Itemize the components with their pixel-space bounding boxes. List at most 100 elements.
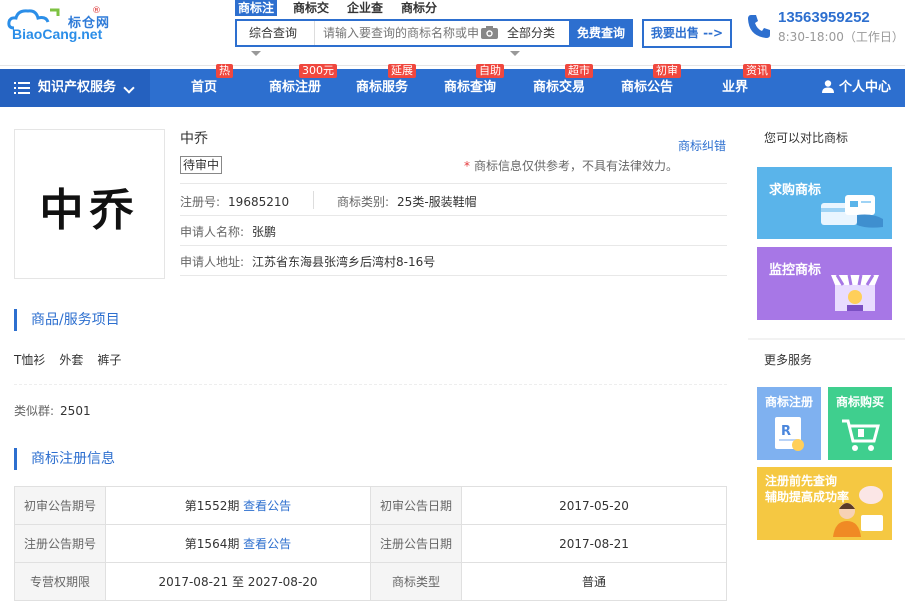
search-input[interactable] — [323, 21, 479, 45]
camera-icon[interactable] — [481, 26, 498, 39]
trademark-mark-text: 中乔 — [39, 185, 140, 236]
shopping-cart-icon — [842, 419, 880, 451]
nav-badge: 热 — [216, 64, 233, 78]
nav-item-services[interactable]: 商标服务 延展 — [356, 64, 416, 107]
goods-section-title: 商品/服务项目 — [14, 309, 120, 331]
search-box: 综合查询 全部分类 免费查询 — [235, 19, 633, 47]
more-services-panel: 更多服务 商标注册 R 商标购买 注册前先查询 辅助提高成功率 — [748, 340, 905, 604]
nav-badge: 资讯 — [743, 64, 771, 78]
purchase-label: 商标购买 — [835, 395, 884, 409]
nav-item-label: 商标查询 — [444, 80, 497, 95]
compare-title: 您可以对比商标 — [764, 131, 849, 145]
address-label: 申请人地址: — [180, 255, 245, 269]
user-icon — [822, 79, 834, 93]
user-center-link[interactable]: 个人中心 — [822, 69, 891, 107]
svg-text:R: R — [781, 424, 791, 439]
nav-item-label: 商标公告 — [621, 80, 674, 95]
phone-number: 13563959252 — [778, 9, 870, 26]
view-announcement-link[interactable]: 查看公告 — [243, 537, 291, 551]
class-label: 商标类别: — [337, 195, 390, 209]
working-hours: 8:30-18:00（工作日） — [778, 30, 904, 44]
table-header-cell: 商标类型 — [370, 562, 462, 601]
main-nav: 知识产权服务 首页 热 商标注册 300元 商标服务 延展 商标查询 自助 商标… — [0, 64, 905, 107]
goods-item: 裤子 — [97, 353, 122, 367]
buy-trademark-label: 求购商标 — [769, 183, 822, 198]
search-tab-register[interactable]: 商标注 — [235, 0, 278, 16]
table-row: 注册公告期号 第1564期 查看公告 注册公告日期 2017-08-21 — [14, 524, 727, 563]
table-header-cell: 初审公告期号 — [14, 486, 106, 525]
search-tab-company[interactable]: 企业查 — [344, 0, 386, 16]
nav-badge: 延展 — [388, 64, 416, 78]
nav-item-industry[interactable]: 业界 资讯 — [721, 64, 771, 107]
search-category-chevron-down-icon[interactable] — [510, 51, 520, 56]
address-row: 申请人地址: 江苏省东海县张湾乡后湾村8-16号 — [180, 253, 435, 270]
table-cell: 2017-08-21 至 2027-08-20 — [105, 562, 371, 601]
nav-badge: 超市 — [565, 64, 593, 78]
applicant-row: 申请人名称: 张鹏 — [180, 223, 276, 240]
search-type-select[interactable]: 综合查询 — [237, 21, 315, 45]
monitor-trademark-card[interactable]: 监控商标 — [757, 247, 892, 320]
sell-trademark-button[interactable]: 我要出售 --> — [642, 19, 732, 48]
divider — [180, 275, 727, 276]
nav-item-trade[interactable]: 商标交易 超市 — [533, 64, 593, 107]
view-announcement-link[interactable]: 查看公告 — [243, 499, 291, 513]
table-cell: 2017-05-20 — [461, 486, 727, 525]
nav-item-label: 首页 — [190, 80, 217, 95]
reg-number-row: 注册号: 19685210 — [180, 193, 289, 210]
trademark-register-card[interactable]: 商标注册 R — [757, 387, 821, 460]
nav-item-label: 商标注册 — [268, 80, 321, 95]
divider — [180, 183, 727, 184]
table-row: 专营权期限 2017-08-21 至 2027-08-20 商标类型 普通 — [14, 562, 727, 601]
site-logo[interactable]: 标仓网 ® BiaoCang.net — [6, 6, 116, 46]
more-services-title: 更多服务 — [764, 353, 813, 367]
monitor-trademark-label: 监控商标 — [769, 263, 822, 278]
search-tab-classify[interactable]: 商标分 — [398, 0, 440, 16]
logo-registered-mark: ® — [92, 6, 101, 16]
user-center-label: 个人中心 — [839, 80, 892, 95]
divider — [313, 191, 314, 209]
search-tab-trade[interactable]: 商标交易 — [290, 0, 334, 16]
right-sidebar: 您可以对比商标 求购商标 监控商标 更多服务 商标注册 R 商标购买 注册前先查… — [748, 112, 905, 604]
divider — [180, 245, 727, 246]
buy-trademark-card[interactable]: 求购商标 — [757, 167, 892, 239]
nav-item-home[interactable]: 首页 热 — [190, 64, 233, 107]
similar-group-label: 类似群: — [14, 404, 55, 418]
table-cell: 普通 — [461, 562, 727, 601]
trademark-correction-link[interactable]: 商标纠错 — [678, 137, 726, 154]
reg-number-label: 注册号: — [180, 195, 221, 209]
nav-item-label: 商标服务 — [356, 80, 409, 95]
pre-registration-search-card[interactable]: 注册前先查询 辅助提高成功率 — [757, 467, 892, 540]
table-cell: 2017-08-21 — [461, 524, 727, 563]
menu-icon — [14, 81, 30, 94]
nav-item-register[interactable]: 商标注册 300元 — [267, 64, 337, 107]
table-header-cell: 初审公告日期 — [370, 486, 462, 525]
search-category-select[interactable]: 全部分类 — [499, 21, 569, 45]
site-header: 标仓网 ® BiaoCang.net 商标注 商标交易 企业查 商标分 易 综合… — [0, 0, 905, 66]
table-row: 初审公告期号 第1552期 查看公告 初审公告日期 2017-05-20 — [14, 486, 727, 525]
status-badge: 待审中 — [180, 156, 223, 174]
nav-item-announcement[interactable]: 商标公告 初审 — [621, 64, 681, 107]
search-button[interactable]: 免费查询 — [569, 21, 633, 45]
goods-list: T恤衫 外套 裤子 — [14, 351, 135, 368]
asterisk-icon: * — [464, 159, 470, 173]
disclaimer: * 商标信息仅供参考，不具有法律效力。 — [464, 159, 679, 173]
table-cell: 第1552期 查看公告 — [105, 486, 371, 525]
credit-card-icon — [821, 195, 883, 228]
nav-badge: 自助 — [476, 64, 504, 78]
divider — [14, 384, 727, 385]
class-value: 25类-服装鞋帽 — [397, 195, 477, 209]
chevron-down-icon — [123, 82, 135, 94]
shop-icon — [831, 274, 879, 311]
table-header-cell: 专营权期限 — [14, 562, 106, 601]
goods-item: 外套 — [59, 353, 84, 367]
search-type-chevron-down-icon[interactable] — [251, 51, 261, 56]
nav-item-search[interactable]: 商标查询 自助 — [444, 64, 504, 107]
table-header-cell: 注册公告日期 — [370, 524, 462, 563]
table-header-cell: 注册公告期号 — [14, 524, 106, 563]
applicant-value: 张鹏 — [252, 225, 277, 239]
nav-item-label: 业界 — [721, 80, 748, 95]
trademark-purchase-card[interactable]: 商标购买 — [828, 387, 892, 460]
class-row: 商标类别: 25类-服装鞋帽 — [337, 193, 477, 210]
ip-services-menu[interactable]: 知识产权服务 — [0, 69, 150, 107]
phone-icon — [748, 15, 770, 38]
